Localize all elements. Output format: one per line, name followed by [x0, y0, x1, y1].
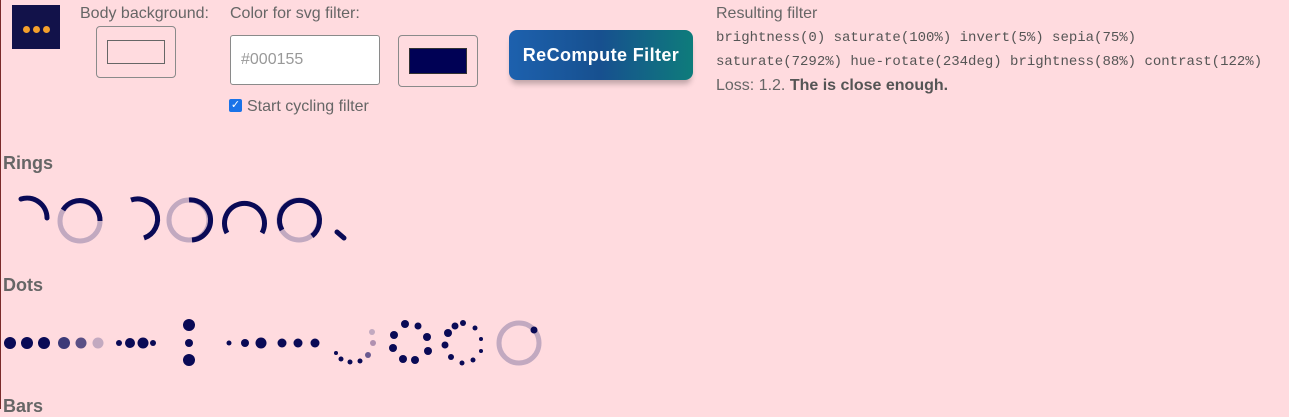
cycle-filter-label: Start cycling filter: [247, 98, 369, 115]
dot-spinner-3: [183, 319, 195, 366]
ring-spinner-5: [222, 200, 267, 235]
ring-spinner-2: [57, 198, 103, 244]
ring-spinner-4: [166, 197, 214, 243]
filter-color-picker[interactable]: [398, 35, 478, 87]
logo-dot: [43, 26, 50, 33]
ring-spinner-6: [276, 197, 323, 243]
filter-color-swatch: [409, 48, 467, 74]
result-title: Resulting filter: [716, 5, 818, 22]
dots-spinners: [4, 319, 542, 366]
dot-spinner-1: [4, 337, 104, 349]
svg-filter-label: Color for svg filter:: [230, 5, 360, 22]
rings-heading: Rings: [3, 153, 54, 173]
body-background-swatch: [107, 40, 165, 64]
recompute-filter-button[interactable]: ReCompute Filter: [509, 30, 693, 80]
dot-spinner-8: [496, 320, 542, 366]
body-background-label: Body background:: [80, 5, 209, 22]
dot-spinner-7: [441, 320, 483, 366]
result-filter-line-2: saturate(7292%) hue-rotate(234deg) brigh…: [716, 54, 1263, 70]
bars-heading: Bars: [3, 396, 44, 416]
body-background-picker[interactable]: [96, 26, 176, 78]
ring-spinner-7: [334, 229, 347, 241]
dot-spinner-4: [226, 337, 320, 349]
dots-heading: Dots: [3, 275, 43, 295]
rings-spinners: [18, 195, 347, 244]
dot-spinner-6: [389, 320, 432, 364]
app-logo: [12, 5, 60, 49]
ring-spinner-1: [18, 195, 50, 221]
filter-color-input[interactable]: [230, 35, 380, 85]
loss-value: Loss: 1.2.: [716, 77, 786, 94]
dot-spinner-5: [334, 329, 376, 365]
logo-dot: [23, 26, 30, 33]
dot-spinner-2: [116, 337, 156, 349]
loss-text: Loss: 1.2. The is close enough.: [716, 77, 948, 95]
result-filter-line-1: brightness(0) saturate(100%) invert(5%) …: [716, 30, 1137, 46]
logo-dot: [33, 26, 40, 33]
ring-spinner-3: [130, 196, 161, 241]
cycle-filter-checkbox[interactable]: ✓: [229, 99, 242, 112]
loss-verdict: The is close enough.: [789, 77, 949, 94]
